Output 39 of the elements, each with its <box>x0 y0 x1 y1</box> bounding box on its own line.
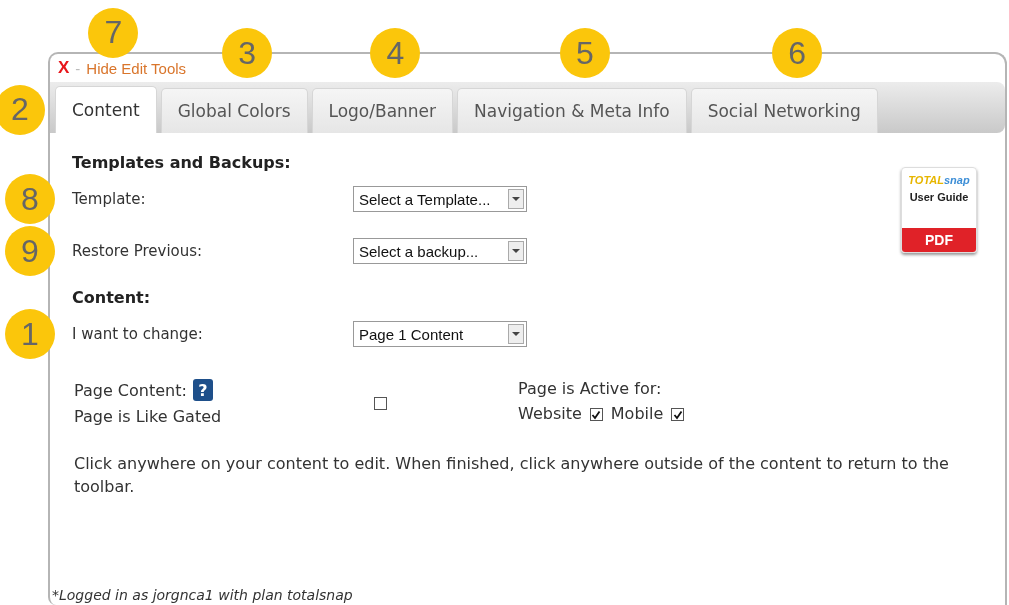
user-guide-pdf-button[interactable]: TOTALsnap User Guide PDF <box>901 167 977 253</box>
callout-number: 9 <box>5 226 55 276</box>
checkbox[interactable] <box>671 408 685 421</box>
like-gated-checkbox[interactable] <box>374 397 387 410</box>
active-for-label: Page is Active for: <box>518 379 663 398</box>
caret-icon <box>508 241 524 261</box>
checkbox[interactable] <box>589 408 603 421</box>
callout-number: 5 <box>559 28 610 78</box>
dropdown[interactable]: Page 1 Content <box>353 321 527 347</box>
tab[interactable]: Social Networking <box>690 88 878 133</box>
tab[interactable]: Content <box>55 86 157 133</box>
login-status-text: *Logged in as jorgnca1 with plan totalsnap <box>52 587 354 605</box>
callout-number: 6 <box>772 28 823 78</box>
dropdown[interactable]: Select a Template... <box>353 186 527 212</box>
close-button[interactable]: X <box>58 58 70 78</box>
section-heading: Templates and Backups: <box>72 153 292 172</box>
field-label: Template: <box>72 190 147 208</box>
section-heading: Content: <box>72 288 152 307</box>
callout-number: 8 <box>5 174 55 224</box>
tab[interactable]: Global Colors <box>160 88 308 133</box>
field-label: I want to change: <box>72 325 204 343</box>
page-content-label: Page Content: <box>74 380 187 400</box>
field-label: Restore Previous: <box>72 242 204 260</box>
callout-number: 7 <box>88 7 139 58</box>
separator-text: - <box>75 59 81 77</box>
callout-number: 1 <box>5 309 55 359</box>
callout-number: 2 <box>0 84 45 135</box>
option-label: Website <box>518 404 582 423</box>
instructions-text: Click anywhere on your content to edit. When finished, click anywhere outside of the content to return to the toolbar. <box>74 453 950 498</box>
callout-number: 3 <box>222 28 273 78</box>
help-icon[interactable]: ? <box>192 379 213 401</box>
tab[interactable]: Logo/Banner <box>311 88 454 133</box>
option-label: Mobile <box>610 404 664 423</box>
caret-icon <box>508 189 524 209</box>
caret-icon <box>508 324 524 344</box>
like-gated-label: Page is Like Gated <box>74 407 223 426</box>
tab[interactable]: Navigation & Meta Info <box>457 88 687 133</box>
callout-number: 4 <box>370 28 421 78</box>
dropdown[interactable]: Select a backup... <box>353 238 527 264</box>
